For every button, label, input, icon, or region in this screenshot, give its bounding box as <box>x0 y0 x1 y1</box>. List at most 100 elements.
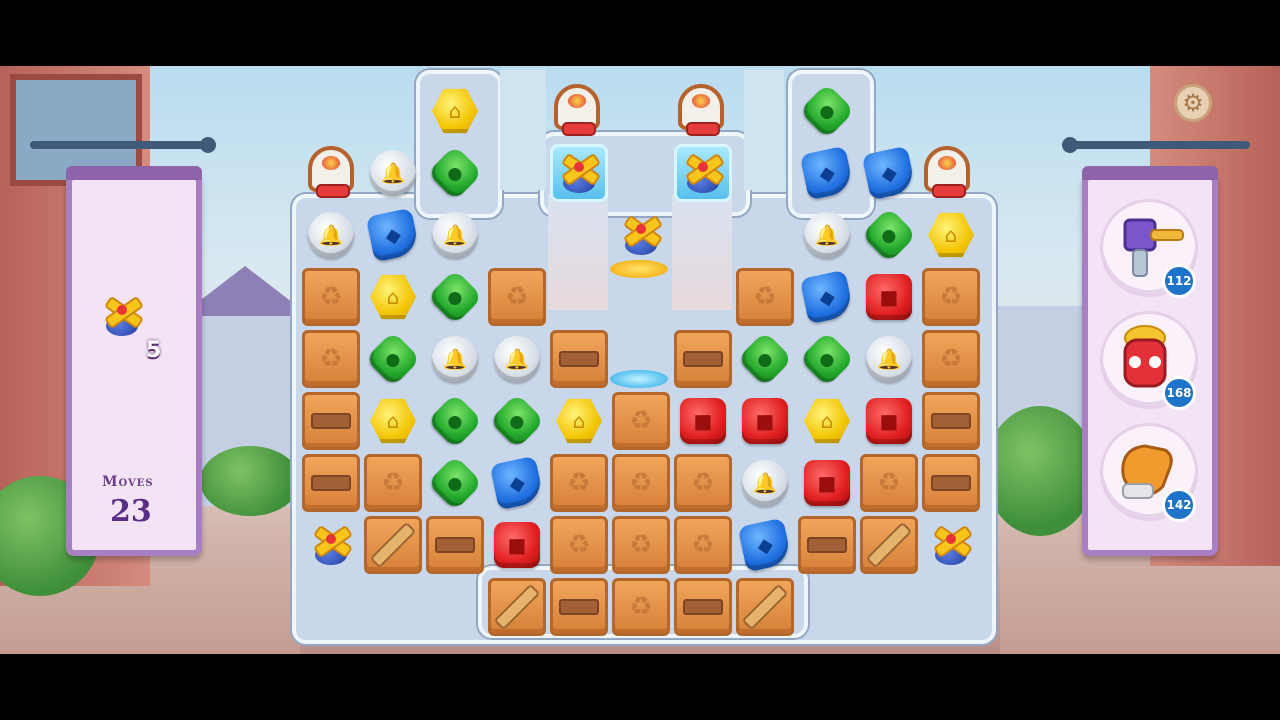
white-gem[interactable]: 🔔 <box>798 206 856 264</box>
green-gem[interactable]: ● <box>860 206 918 264</box>
wooden-crate[interactable]: ♻ <box>860 454 918 512</box>
red-gem[interactable]: ■ <box>860 268 918 326</box>
wooden-crate[interactable]: ♻ <box>922 268 980 326</box>
white-gem[interactable]: 🔔 <box>426 206 484 264</box>
iced-propeller-toy[interactable] <box>550 144 608 202</box>
red-gem-symbol: ■ <box>755 409 775 433</box>
red-gem[interactable]: ■ <box>736 392 794 450</box>
wooden-crate-plank[interactable] <box>426 516 484 574</box>
red-gem[interactable]: ■ <box>798 454 856 512</box>
propeller-toy[interactable] <box>612 206 670 264</box>
toy-collector <box>302 144 360 202</box>
banner-top <box>66 166 202 180</box>
green-gem[interactable]: ● <box>426 144 484 202</box>
green-gem[interactable]: ● <box>798 82 856 140</box>
yellow-gem[interactable]: ⌂ <box>798 392 856 450</box>
green-gem[interactable]: ● <box>736 330 794 388</box>
iced-propeller-toy[interactable] <box>674 144 732 202</box>
white-gem-shape: 🔔 <box>866 336 912 382</box>
wooden-crate[interactable]: ♻ <box>364 454 422 512</box>
wooden-crate[interactable]: ♻ <box>488 268 546 326</box>
green-gem-symbol: ● <box>881 224 897 246</box>
blue-gem-shape: ◆ <box>737 517 793 573</box>
wooden-crate-plank[interactable] <box>798 516 856 574</box>
settings-button[interactable]: ⚙ <box>1174 84 1212 122</box>
wooden-crate[interactable]: ♻ <box>302 330 360 388</box>
recycle-icon: ♻ <box>505 282 529 312</box>
white-gem[interactable]: 🔔 <box>736 454 794 512</box>
blue-gem[interactable]: ◆ <box>860 144 918 202</box>
recycle-icon: ♻ <box>629 406 653 436</box>
yellow-gem-shape: ⌂ <box>928 212 974 258</box>
red-gem[interactable]: ■ <box>488 516 546 574</box>
yellow-gem-symbol: ⌂ <box>944 223 958 247</box>
white-gem[interactable]: 🔔 <box>488 330 546 388</box>
wooden-crate-braced[interactable] <box>860 516 918 574</box>
blue-gem[interactable]: ◆ <box>364 206 422 264</box>
wooden-crate[interactable]: ♻ <box>612 516 670 574</box>
yellow-gem[interactable]: ⌂ <box>364 392 422 450</box>
wooden-crate[interactable]: ♻ <box>612 392 670 450</box>
wooden-crate[interactable]: ♻ <box>302 268 360 326</box>
wooden-crate-plank[interactable] <box>550 330 608 388</box>
wooden-crate-plank[interactable] <box>550 578 608 636</box>
green-gem-shape: ● <box>427 393 483 449</box>
wooden-crate-plank[interactable] <box>922 454 980 512</box>
green-gem-shape: ● <box>489 393 545 449</box>
wooden-crate[interactable]: ♻ <box>674 454 732 512</box>
wooden-crate-braced[interactable] <box>364 516 422 574</box>
white-gem[interactable]: 🔔 <box>860 330 918 388</box>
wooden-crate-plank[interactable] <box>674 330 732 388</box>
wooden-crate-braced[interactable] <box>736 578 794 636</box>
green-gem-shape: ● <box>737 331 793 387</box>
brace-icon <box>741 583 789 631</box>
blue-gem[interactable]: ◆ <box>488 454 546 512</box>
toy-collector <box>548 82 606 140</box>
white-gem-shape: 🔔 <box>804 212 850 258</box>
green-gem[interactable]: ● <box>426 268 484 326</box>
green-gem-symbol: ● <box>819 348 835 370</box>
green-gem[interactable]: ● <box>364 330 422 388</box>
green-gem[interactable]: ● <box>426 392 484 450</box>
green-gem[interactable]: ● <box>488 392 546 450</box>
blue-gem[interactable]: ◆ <box>736 516 794 574</box>
red-gem[interactable]: ■ <box>674 392 732 450</box>
wooden-crate-plank[interactable] <box>922 392 980 450</box>
wooden-crate-plank[interactable] <box>674 578 732 636</box>
yellow-gem[interactable]: ⌂ <box>426 82 484 140</box>
green-gem[interactable]: ● <box>426 454 484 512</box>
brace-icon <box>493 583 541 631</box>
wooden-crate[interactable]: ♻ <box>550 454 608 512</box>
blue-gem[interactable]: ◆ <box>798 144 856 202</box>
blue-gem-shape: ◆ <box>365 207 421 263</box>
wooden-crate-plank[interactable] <box>302 454 360 512</box>
propeller-toy[interactable] <box>302 516 360 574</box>
wooden-crate[interactable]: ♻ <box>736 268 794 326</box>
green-gem-shape: ● <box>427 269 483 325</box>
red-gem[interactable]: ■ <box>860 392 918 450</box>
plank-icon <box>435 537 475 553</box>
white-gem[interactable]: 🔔 <box>364 144 422 202</box>
white-gem[interactable]: 🔔 <box>426 330 484 388</box>
yellow-gem[interactable]: ⌂ <box>364 268 422 326</box>
yellow-gem[interactable]: ⌂ <box>550 392 608 450</box>
wooden-crate[interactable]: ♻ <box>612 454 670 512</box>
brace-icon <box>369 521 417 569</box>
board-gap-left <box>548 194 608 310</box>
yellow-gem[interactable]: ⌂ <box>922 206 980 264</box>
propeller-toy[interactable] <box>922 516 980 574</box>
wooden-crate-plank[interactable] <box>302 392 360 450</box>
white-gem[interactable]: 🔔 <box>302 206 360 264</box>
white-gem-symbol: 🔔 <box>876 347 902 371</box>
wooden-crate[interactable]: ♻ <box>612 578 670 636</box>
blue-gem-symbol: ◆ <box>506 469 528 497</box>
wooden-crate[interactable]: ♻ <box>550 516 608 574</box>
propeller-toy-icon <box>100 294 145 338</box>
blue-gem[interactable]: ◆ <box>798 268 856 326</box>
left-pole-knob <box>200 137 216 153</box>
wooden-crate[interactable]: ♻ <box>922 330 980 388</box>
green-gem-symbol: ● <box>447 162 463 184</box>
green-gem[interactable]: ● <box>798 330 856 388</box>
wooden-crate-braced[interactable] <box>488 578 546 636</box>
wooden-crate[interactable]: ♻ <box>674 516 732 574</box>
